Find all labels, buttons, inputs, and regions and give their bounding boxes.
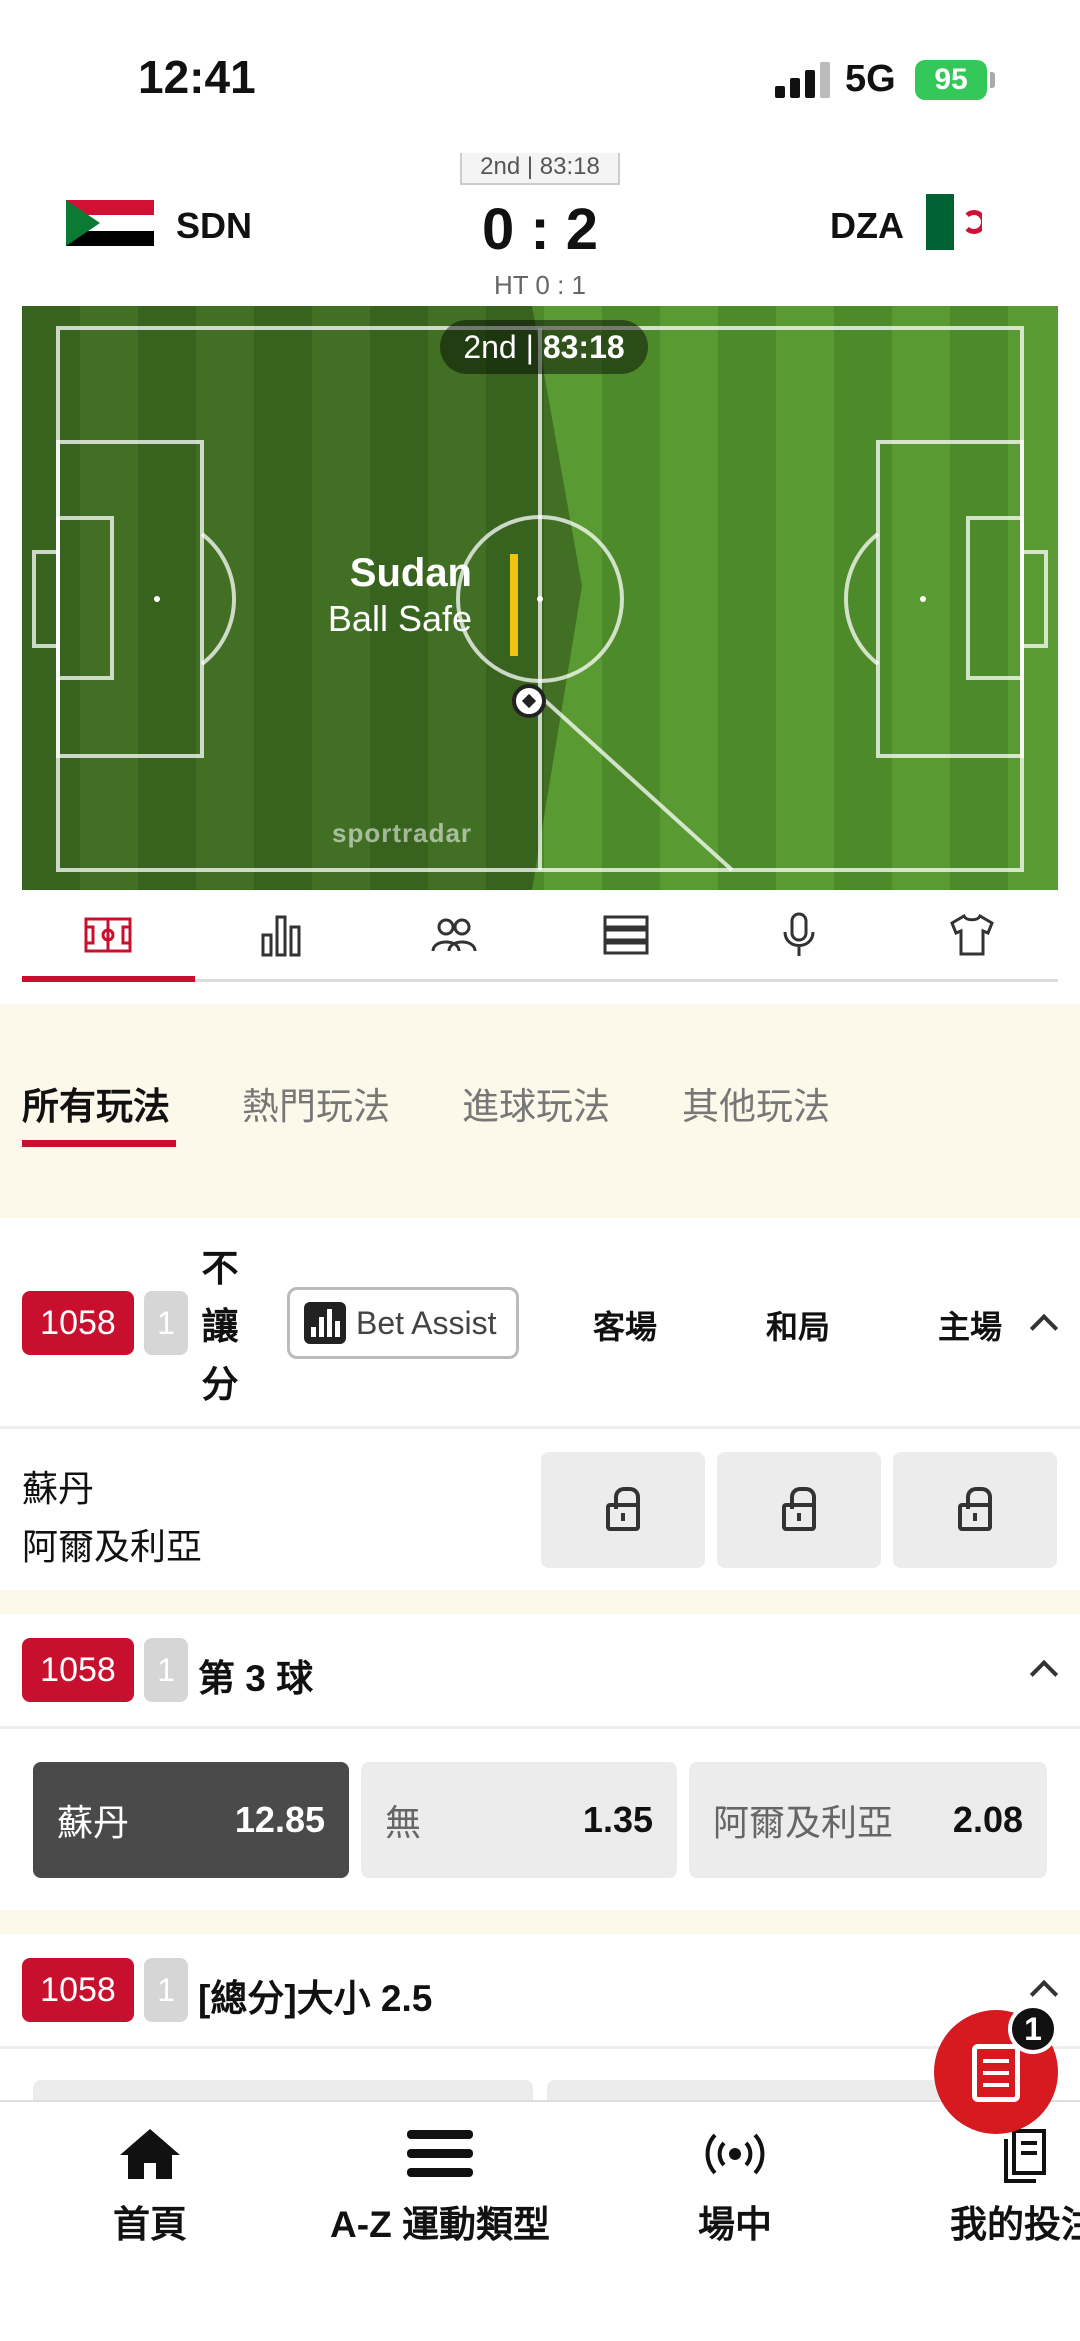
collapse-chevron-icon[interactable] [1029, 1659, 1059, 1689]
odds-value: 2.08 [952, 1799, 1023, 1840]
tab-all-markets[interactable]: 所有玩法 [22, 1076, 170, 1130]
team-name-away: 阿爾及利亞 [22, 1526, 203, 1567]
away-team-code: DZA [830, 205, 904, 246]
battery-level: 95 [934, 63, 968, 96]
tab-popular-markets[interactable]: 熱門玩法 [242, 1076, 390, 1130]
tab-stats[interactable] [195, 890, 368, 979]
tracker-status: Sudan Ball Safe [212, 551, 472, 640]
tab-list[interactable] [540, 890, 713, 979]
tracker-state: Ball Safe [327, 598, 472, 639]
tab-goal-markets[interactable]: 進球玩法 [462, 1076, 610, 1130]
market-title: [總分]大小 2.5 [198, 1978, 433, 2019]
collapse-chevron-icon[interactable] [1029, 1313, 1059, 1343]
odds-label: 無 [385, 1802, 422, 1843]
network-label: 5G [845, 58, 896, 100]
nav-sports-az[interactable]: A-Z 運動類型 [325, 2122, 555, 2248]
column-home: 主場 [938, 1309, 1003, 1345]
nav-label: 首頁 [113, 2204, 187, 2245]
row-divider [0, 1726, 1080, 1729]
market-number-badge: 1 [144, 1291, 188, 1355]
bet-assist-icon [304, 1302, 346, 1344]
market-number-badge: 1 [144, 1958, 188, 2022]
live-icon [683, 2122, 787, 2186]
signal-icon [775, 62, 831, 98]
odds-label: 阿爾及利亞 [713, 1802, 894, 1843]
match-info-tabs [22, 890, 1058, 982]
section-gap [0, 1590, 1080, 1614]
tracker-clock: 2nd | 83:18 [440, 320, 648, 374]
tab-other-markets[interactable]: 其他玩法 [682, 1076, 830, 1130]
row-divider [0, 2046, 1080, 2049]
team-name-home: 蘇丹 [22, 1468, 95, 1509]
home-icon [100, 2122, 200, 2186]
bet-assist-button[interactable]: Bet Assist [287, 1287, 519, 1359]
bottom-navigation: 首頁 A-Z 運動類型 場中 我的投注 [0, 2100, 1080, 2341]
column-draw: 和局 [766, 1309, 831, 1345]
bet-slip-icon [972, 2044, 1020, 2102]
nav-label: A-Z 運動類型 [330, 2204, 550, 2245]
sudan-flag-icon [66, 200, 154, 246]
tab-commentary[interactable] [713, 890, 886, 979]
nav-home[interactable]: 首頁 [100, 2122, 200, 2248]
halftime-score: HT 0 : 1 [493, 270, 586, 300]
odds-button[interactable]: 無 1.35 [361, 1762, 677, 1878]
tracker-team: Sudan [349, 551, 472, 595]
odds-value: 12.85 [234, 1799, 325, 1840]
nav-label: 場中 [698, 2204, 772, 2245]
tracker-period: 2nd [463, 329, 517, 365]
market-code-badge: 1058 [22, 1291, 134, 1355]
menu-icon [325, 2122, 555, 2186]
market-number-badge: 1 [144, 1638, 188, 1702]
list-icon [603, 915, 649, 954]
algeria-flag-icon [926, 194, 982, 250]
locked-odds-away [541, 1452, 705, 1568]
match-tracker-pitch[interactable]: 2nd | 83:18 Sudan Ball Safe sportradar [22, 306, 1058, 890]
tab-lineups[interactable] [367, 890, 540, 979]
locked-odds-draw [717, 1452, 881, 1568]
battery-icon: 95 [915, 60, 987, 100]
locked-odds-home [893, 1452, 1057, 1568]
nav-my-bets[interactable]: 我的投注 [950, 2122, 1080, 2248]
tab-jersey[interactable] [885, 890, 1058, 979]
tracker-time: 83:18 [542, 329, 625, 365]
jersey-icon [949, 913, 994, 955]
bet-slip-count-badge: 1 [1008, 2004, 1058, 2054]
lock-icon [606, 1487, 640, 1531]
period-indicator: 2nd | 83:18 [460, 153, 620, 185]
status-bar: 12:41 5G 95 [0, 0, 1080, 150]
active-tab-indicator [22, 1140, 176, 1147]
ball-icon [512, 684, 546, 718]
lock-icon [782, 1487, 816, 1531]
battery-cap [990, 72, 995, 88]
home-team-code: SDN [176, 205, 253, 246]
bet-assist-label: Bet Assist [356, 1304, 497, 1341]
market-title: 不讓分 [201, 1248, 239, 1405]
market-code-badge: 1058 [22, 1958, 134, 2022]
my-bets-icon [950, 2122, 1080, 2186]
pitch-lines [32, 326, 1048, 872]
market-title: 第 3 球 [198, 1658, 314, 1699]
section-gap [0, 1910, 1080, 1934]
odds-button-selected[interactable]: 蘇丹 12.85 [33, 1762, 349, 1878]
status-time: 12:41 [138, 51, 256, 103]
nav-live[interactable]: 場中 [683, 2122, 787, 2248]
microphone-icon [783, 912, 815, 956]
odds-value: 1.35 [582, 1799, 653, 1840]
nav-label: 我的投注 [950, 2204, 1080, 2245]
odds-button[interactable]: 阿爾及利亞 2.08 [689, 1762, 1047, 1878]
row-divider [0, 1426, 1080, 1429]
players-icon [431, 918, 477, 951]
possession-marker [510, 554, 518, 656]
sportradar-logo: sportradar [332, 818, 473, 848]
tab-pitch[interactable] [22, 890, 195, 982]
column-away: 客場 [593, 1309, 658, 1345]
pitch-icon [84, 917, 132, 952]
match-score: 0 : 2 [481, 197, 599, 262]
odds-label: 蘇丹 [57, 1802, 130, 1843]
bar-chart-icon [261, 915, 301, 956]
market-code-badge: 1058 [22, 1638, 134, 1702]
lock-icon [958, 1487, 992, 1531]
